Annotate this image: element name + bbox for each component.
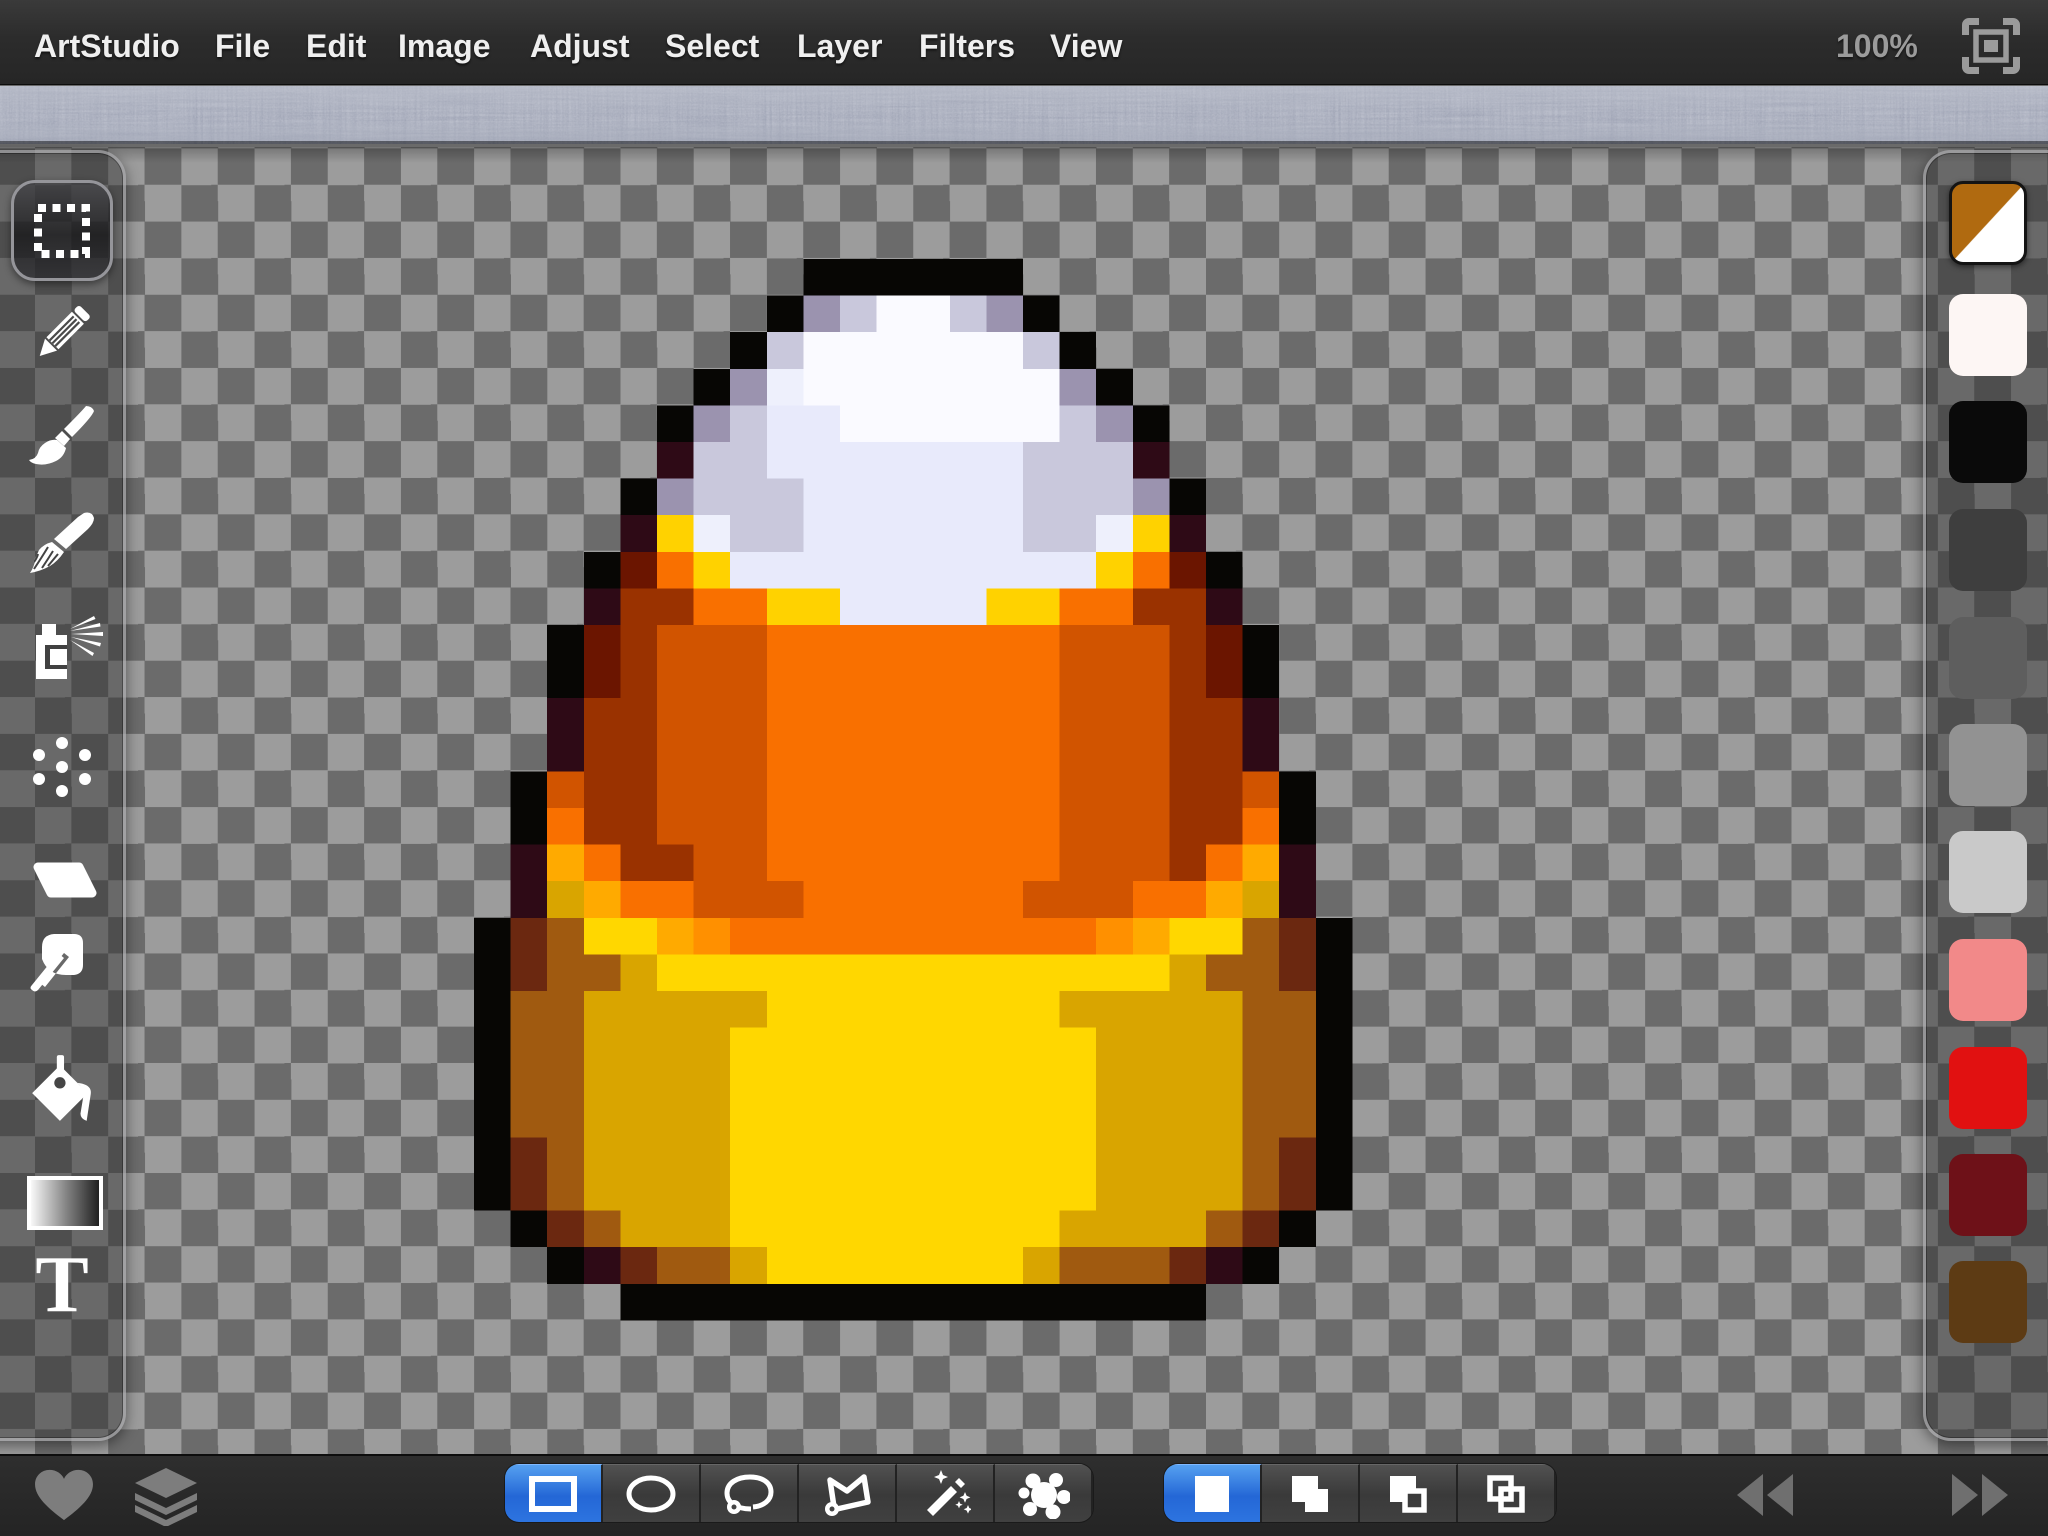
svg-text:T: T (35, 1245, 88, 1329)
